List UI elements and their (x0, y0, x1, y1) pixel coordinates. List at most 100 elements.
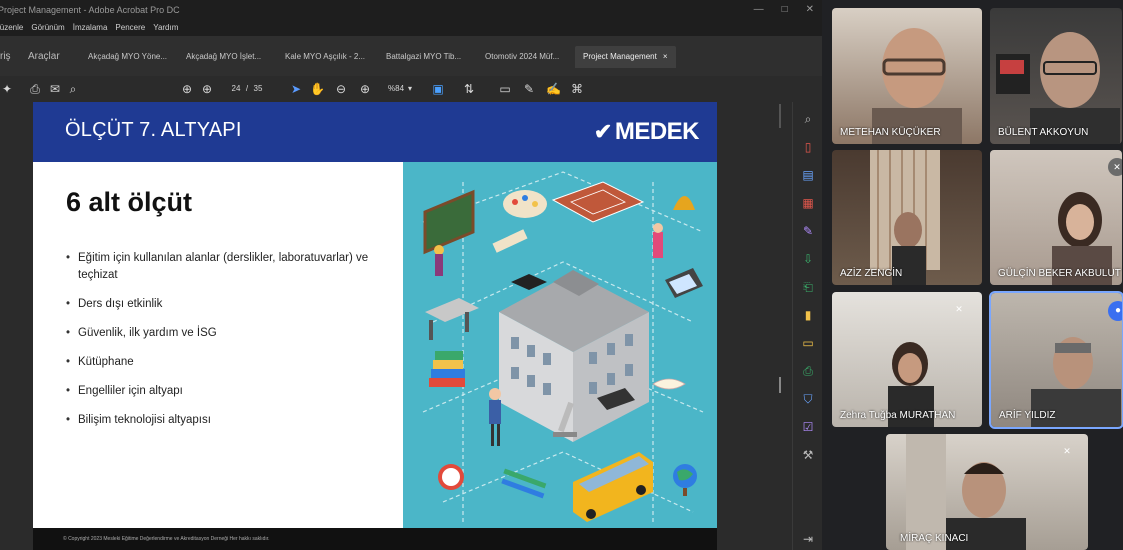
slide-title: 6 alt ölçüt (66, 187, 193, 217)
bullet-item: Eğitim için kullanılan alanlar (derslikl… (66, 250, 396, 284)
bullet-item: Ders dışı etkinlik (66, 296, 396, 313)
participant-tile[interactable]: ✕ MİRAÇ KINACI (886, 434, 1088, 550)
menu-help[interactable]: Yardım (153, 20, 178, 36)
tab-project-management[interactable]: Project Management × (575, 46, 676, 68)
close-window-button[interactable]: ✕ (806, 0, 814, 20)
screen: Project Management - Adobe Acrobat Pro D… (0, 0, 1123, 550)
organize-pages-icon[interactable]: ▦ (799, 194, 817, 212)
menu-window[interactable]: Pencere (115, 20, 145, 36)
school-illustration-graphic (422, 171, 704, 522)
minimize-button[interactable]: — (754, 0, 764, 20)
slide-footer: © Copyright 2023 Mesleki Eğitime Değerle… (33, 528, 717, 550)
tab-label: Project Management (583, 52, 657, 61)
menu-edit[interactable]: Düzenle (0, 20, 23, 36)
tab-document-3[interactable]: Kale MYO Aşçılık - 2... (285, 46, 365, 68)
pdf-slide: ÖLÇÜT 7. ALTYAPI ✔MEDEK 6 alt ölçüt Eğit… (33, 102, 717, 528)
combine-files-icon[interactable]: ▤ (799, 166, 817, 184)
select-cursor-icon[interactable]: ➤ (290, 80, 302, 98)
zoom-in-icon[interactable]: ⊕ (358, 80, 372, 98)
participant-name: Zehra Tuğba MURATHAN (840, 410, 956, 421)
page-number-input[interactable]: 24 (230, 80, 242, 98)
zoom-out-icon[interactable]: ⊖ (334, 80, 348, 98)
bullet-item: Güvenlik, ilk yardım ve İSG (66, 325, 396, 342)
scroll-top-marker (779, 104, 781, 128)
tab-document-4[interactable]: Battalgazi MYO Tib... (386, 46, 461, 68)
toolbar: ✦ ⎙ ✉ ⌕ ⊕ ⊕ 24 / 35 ➤ ✋ ⊖ ⊕ %84 ▾ ▣ ⇅ ▭ … (0, 76, 822, 102)
tab-document-2[interactable]: Akçadağ MYO İşlet... (186, 46, 261, 68)
participant-tile[interactable]: AZİZ ZENGİN (832, 150, 982, 285)
bullet-item: Kütüphane (66, 354, 396, 371)
comment-tool-icon[interactable]: ▭ (799, 334, 817, 352)
vertical-scrollbar[interactable] (776, 102, 784, 550)
participant-name: GÜLÇİN BEKER AKBULUT (998, 268, 1121, 279)
comment-icon[interactable]: ▭ (498, 80, 512, 98)
edit-pdf-icon[interactable]: ✎ (799, 222, 817, 240)
muted-mic-icon: ✕ (955, 304, 963, 314)
tab-home[interactable]: Giriş (0, 46, 11, 68)
participant-name: BÜLENT AKKOYUN (998, 127, 1089, 138)
page-separator: / (245, 84, 249, 93)
participant-tile[interactable]: BÜLENT AKKOYUN (990, 8, 1122, 144)
tab-bar: Giriş Araçlar Akçadağ MYO Yöne... Akçada… (0, 36, 822, 76)
mail-icon[interactable]: ✉ (48, 80, 62, 98)
star-icon[interactable]: ✦ (2, 80, 12, 98)
scan-ocr-icon[interactable]: ⎗ (799, 278, 817, 296)
speaking-indicator-icon: ● (1108, 301, 1122, 321)
menu-bar: Düzenle Görünüm İmzalama Pencere Yardım (0, 20, 822, 36)
fit-page-icon[interactable]: ▣ (430, 80, 446, 98)
export-pdf-icon[interactable]: ⇩ (799, 250, 817, 268)
compare-icon[interactable]: ☑ (799, 418, 817, 436)
participant-tile-active-speaker[interactable]: ● ARİF YILDIZ (989, 291, 1123, 429)
acrobat-window: Project Management - Adobe Acrobat Pro D… (0, 0, 822, 550)
bullet-item: Bilişim teknolojisi altyapısı (66, 412, 396, 429)
pen-icon[interactable]: ✎ (522, 80, 536, 98)
page-up-icon[interactable]: ⊕ (180, 80, 194, 98)
protect-icon[interactable]: ⛉ (799, 390, 817, 408)
collapse-pane-icon[interactable]: ⇥ (799, 530, 817, 548)
maximize-button[interactable]: □ (782, 0, 788, 20)
zoom-search-icon[interactable]: ⌕ (799, 110, 817, 128)
scroll-mode-icon[interactable]: ⇅ (462, 80, 476, 98)
medek-logo-text: MEDEK (614, 118, 700, 145)
print-icon[interactable]: ⎙ (28, 80, 42, 98)
muted-mic-icon: ✕ (1063, 446, 1071, 456)
bullet-item: Engelliler için altyapı (66, 383, 396, 400)
stamp-icon[interactable]: ⌘ (570, 80, 584, 98)
participant-name: AZİZ ZENGİN (840, 268, 903, 279)
tab-document-5[interactable]: Otomotiv 2024 Müf... (485, 46, 559, 68)
school-illustration (403, 162, 717, 528)
scrollbar-thumb[interactable] (779, 377, 781, 393)
hand-tool-icon[interactable]: ✋ (310, 80, 325, 98)
tab-close-icon[interactable]: × (663, 52, 668, 61)
participant-name: METEHAN KÜÇÜKER (840, 127, 941, 138)
participant-video (870, 150, 940, 285)
print-production-icon[interactable]: ⎙ (799, 362, 817, 380)
participant-video (996, 32, 1120, 144)
zoom-level[interactable]: %84 (388, 80, 404, 98)
slide-header: ÖLÇÜT 7. ALTYAPI ✔ MEDEK (33, 102, 717, 162)
more-tools-icon[interactable]: ⚒ (799, 446, 817, 464)
participant-name: MİRAÇ KINACI (900, 533, 969, 544)
slide-header-title: ÖLÇÜT 7. ALTYAPI (65, 119, 242, 141)
tab-tools[interactable]: Araçlar (28, 46, 60, 68)
menu-sign[interactable]: İmzalama (73, 20, 108, 36)
participant-tile[interactable]: METEHAN KÜÇÜKER (832, 8, 982, 144)
menu-view[interactable]: Görünüm (31, 20, 64, 36)
medek-logo: ✔ MEDEK (594, 118, 700, 146)
participant-name: ARİF YILDIZ (999, 410, 1056, 421)
zoom-dropdown-icon[interactable]: ▾ (406, 80, 414, 98)
fill-sign-icon[interactable]: ▮ (799, 306, 817, 324)
bullet-list: Eğitim için kullanılan alanlar (derslikl… (66, 250, 396, 441)
page-total: 35 (253, 84, 263, 93)
tab-document-1[interactable]: Akçadağ MYO Yöne... (88, 46, 167, 68)
participant-tile[interactable]: ✕ Zehra Tuğba MURATHAN (832, 292, 982, 427)
slide-text-panel: 6 alt ölçüt Eğitim için kullanılan alanl… (33, 162, 403, 528)
participant-video (872, 28, 962, 144)
participant-video (1052, 192, 1112, 285)
create-pdf-icon[interactable]: ▯ (799, 138, 817, 156)
document-area[interactable]: ÖLÇÜT 7. ALTYAPI ✔MEDEK 6 alt ölçüt Eğit… (0, 102, 790, 550)
page-down-icon[interactable]: ⊕ (200, 80, 214, 98)
sign-icon[interactable]: ✍ (546, 80, 561, 98)
participant-tile[interactable]: ✕ GÜLÇİN BEKER AKBULUT (990, 150, 1122, 285)
search-icon[interactable]: ⌕ (66, 80, 80, 98)
